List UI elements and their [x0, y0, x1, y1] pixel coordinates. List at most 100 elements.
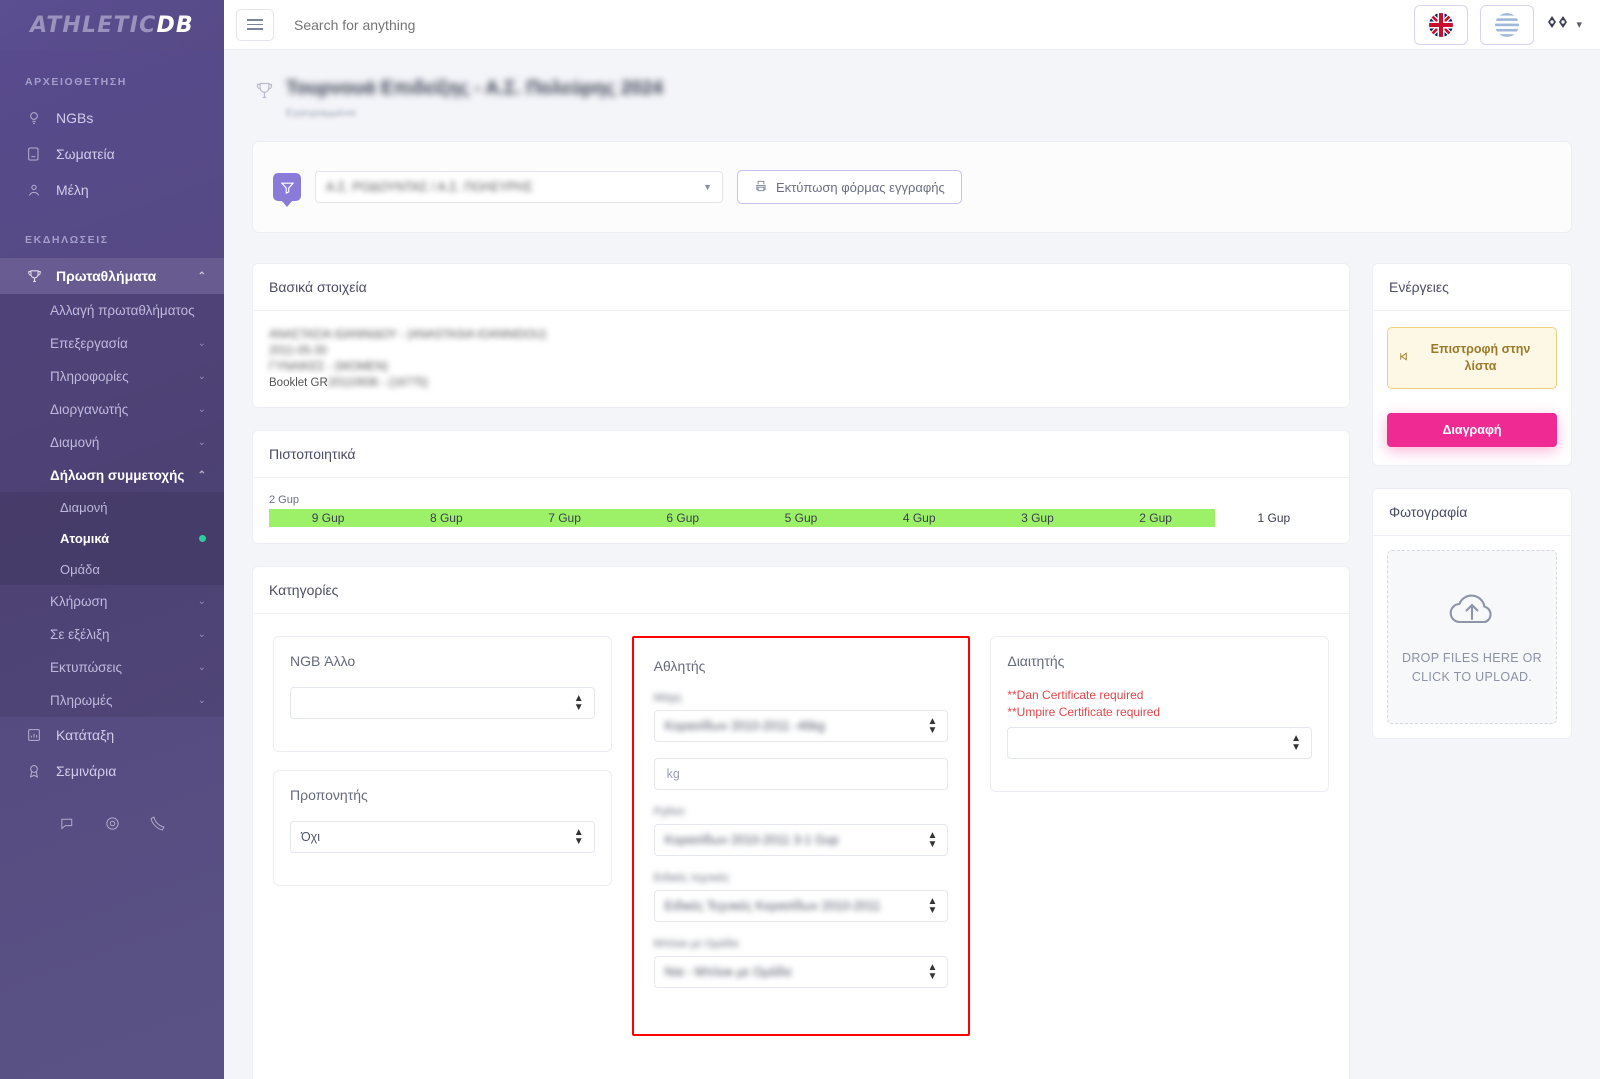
coach-select[interactable]: Όχι ▲ ▼	[290, 821, 595, 853]
basic-info-booklet: Booklet GR20110936 - (16775)	[269, 375, 1333, 391]
club-select[interactable]: Α.Σ. ΡΟΔΟΥΝΤΑΣ / Α.Σ. ΠΟΛΕΥΡΗΣ ▼	[315, 171, 723, 203]
phone-icon[interactable]	[149, 815, 166, 837]
spinner-icon: ▲ ▼	[927, 830, 938, 850]
user-menu-button[interactable]: ▾	[1546, 14, 1582, 35]
sidebar-subitem-info[interactable]: Πληροφορίες ⌄	[0, 360, 224, 393]
sidebar-item-label: Σωματεία	[56, 146, 115, 162]
categories-title: Κατηγορίες	[253, 567, 1349, 614]
basic-info-card: Βασικά στοιχεία ΑΝΑΣΤΑΣΙΑ ΙΩΑΝΝΙΔΟΥ - (A…	[252, 263, 1350, 408]
delete-button[interactable]: Διαγραφή	[1387, 413, 1557, 447]
chevron-down-icon: ⌄	[197, 629, 206, 640]
avatar	[1546, 14, 1572, 35]
categories-col-referee: Διαιτητής **Dan Certificate required **U…	[990, 636, 1330, 810]
categories-col-athlete: Αθλητής Μάχη Κορασίδων 2010-2011 -46kg ▲…	[631, 636, 971, 1036]
content-scroll[interactable]: Τουρνουά Επιδείξης - Α.Σ. Πολεύρης 2024 …	[224, 50, 1600, 1079]
chevron-up-icon: ⌃	[197, 470, 206, 481]
topbar-right: ▾	[1414, 4, 1582, 45]
athlete-pattern-select[interactable]: Κορασίδων 2010-2011 3-1 Gup ▲ ▼	[653, 824, 949, 856]
referee-title: Διαιτητής	[1007, 653, 1065, 669]
menu-toggle-button[interactable]	[236, 8, 274, 41]
sidebar-item-ngbs[interactable]: NGBs	[0, 100, 224, 136]
sidebar-subitem-payments[interactable]: Πληρωμές ⌄	[0, 684, 224, 717]
athlete-title: Αθλητής	[653, 658, 706, 674]
app-root: ATHLETICDB ΑΡΧΕΙΟΘΕΤΗΣΗ NGBs Σωματεία Μέ…	[0, 0, 1600, 1079]
sidebar-subitem-label: Επεξεργασία	[50, 336, 128, 351]
athlete-special-technique-value: Ειδικές Τεχνικές Κορασίδων 2010-2011	[664, 899, 881, 913]
logo[interactable]: ATHLETICDB	[0, 0, 224, 50]
trophy-icon	[254, 80, 275, 106]
filter-icon[interactable]	[273, 173, 301, 201]
athlete-field-label: Μπλοκ με Ομάδα	[653, 938, 739, 950]
back-to-list-button[interactable]: Επιστροφή στην λίστα	[1387, 327, 1557, 389]
cloud-upload-icon	[1444, 588, 1500, 635]
athlete-sparring-select[interactable]: Κορασίδων 2010-2011 -46kg ▲ ▼	[653, 710, 949, 742]
chevron-down-icon: ⌄	[197, 371, 206, 382]
lifebuoy-icon[interactable]	[104, 815, 121, 837]
athlete-weight-input[interactable]: kg	[653, 758, 949, 790]
chevron-down-icon: ▾	[1576, 19, 1582, 31]
sidebar-subitem-declaration[interactable]: Δήλωση συμμετοχής ⌃	[0, 459, 224, 492]
chevron-down-icon: ▼	[703, 182, 712, 192]
categories-body: NGB Άλλο ▲ ▼ Προπονητής Όχι ▲ ▼ Αθλητής …	[253, 614, 1349, 1079]
basic-info-birthdate: 2011-05-30	[269, 345, 327, 357]
athlete-sparring-value: Κορασίδων 2010-2011 -46kg	[664, 719, 825, 733]
sidebar-item-members[interactable]: Μέλη	[0, 172, 224, 208]
chevron-up-icon: ⌃	[197, 270, 206, 282]
sidebar-section-archive: ΑΡΧΕΙΟΘΕΤΗΣΗ	[25, 76, 127, 88]
sidebar-subitem-change-championship[interactable]: Αλλαγή πρωταθλήματος	[0, 294, 224, 327]
print-registration-form-button[interactable]: Εκτύπωση φόρμας εγγραφής	[737, 170, 962, 204]
basic-info-name: ΑΝΑΣΤΑΣΙΑ ΙΩΑΝΝΙΔΟΥ - (ANASTASIA IOANNID…	[269, 329, 547, 341]
language-uk-button[interactable]	[1414, 4, 1469, 45]
sidebar-subitem-label: Διαμονή	[50, 435, 100, 450]
referee-select[interactable]: ▲ ▼	[1007, 727, 1313, 759]
chart-icon	[25, 726, 43, 744]
chevron-down-icon: ⌄	[197, 404, 206, 415]
club-select-value: Α.Σ. ΡΟΔΟΥΝΤΑΣ / Α.Σ. ΠΟΛΕΥΡΗΣ	[326, 180, 533, 194]
gup-progress-bar: 9 Gup 8 Gup 7 Gup 6 Gup 5 Gup 4 Gup 3 Gu…	[269, 509, 1333, 527]
topbar: ▾	[224, 0, 1600, 50]
ngb-other-select[interactable]: ▲ ▼	[290, 687, 595, 719]
athlete-field-label: Ρythm	[653, 806, 685, 818]
sidebar-subsubitem-accommodation[interactable]: Διαμονή	[0, 492, 224, 523]
athlete-special-technique-select[interactable]: Ειδικές Τεχνικές Κορασίδων 2010-2011 ▲ ▼	[653, 890, 949, 922]
gup-step: 3 Gup	[978, 509, 1097, 527]
sidebar-subsubitem-team[interactable]: Ομάδα	[0, 554, 224, 585]
athlete-field-label: Ειδικές τεχνικές	[653, 872, 730, 884]
sidebar-subsubitem-label: Διαμονή	[60, 500, 108, 515]
language-greece-button[interactable]	[1480, 4, 1535, 45]
sidebar-subitem-edit[interactable]: Επεξεργασία ⌄	[0, 327, 224, 360]
search-input[interactable]	[294, 16, 614, 33]
spinner-icon: ▲ ▼	[927, 896, 938, 916]
photo-dropzone[interactable]: DROP FILES HERE OR CLICK TO UPLOAD.	[1387, 550, 1557, 724]
categories-card: Κατηγορίες NGB Άλλο ▲ ▼ Προπονητής Όχι ▲…	[252, 566, 1350, 1079]
certificates-card: Πιστοποιητικά 2 Gup 9 Gup 8 Gup 7 Gup 6 …	[252, 430, 1350, 544]
printer-icon	[754, 179, 768, 196]
athlete-pattern-value: Κορασίδων 2010-2011 3-1 Gup	[664, 833, 839, 847]
sidebar-subsubitem-individual[interactable]: Ατομικά	[0, 523, 224, 554]
sidebar-item-ranking[interactable]: Κατάταξη	[0, 717, 224, 753]
sidebar-subitem-draw[interactable]: Κλήρωση ⌄	[0, 585, 224, 618]
chevron-down-icon: ⌄	[197, 662, 206, 673]
sidebar-subitem-organizer[interactable]: Διοργανωτής ⌄	[0, 393, 224, 426]
sidebar: ATHLETICDB ΑΡΧΕΙΟΘΕΤΗΣΗ NGBs Σωματεία Μέ…	[0, 0, 224, 1079]
spinner-icon: ▲ ▼	[573, 693, 584, 713]
athlete-team-block-select[interactable]: Ναι - Μπλοκ με Ομάδα ▲ ▼	[653, 956, 949, 988]
chat-icon[interactable]	[59, 815, 76, 837]
sidebar-subitem-label: Πληρωμές	[50, 693, 113, 708]
sidebar-subitem-printouts[interactable]: Εκτυπώσεις ⌄	[0, 651, 224, 684]
sidebar-item-seminars[interactable]: Σεμινάρια	[0, 753, 224, 789]
referee-panel: Διαιτητής **Dan Certificate required **U…	[990, 636, 1330, 792]
athlete-panel: Αθλητής Μάχη Κορασίδων 2010-2011 -46kg ▲…	[637, 642, 965, 1030]
sidebar-subitem-in-progress[interactable]: Σε εξέλιξη ⌄	[0, 618, 224, 651]
spinner-icon: ▲ ▼	[1291, 733, 1302, 753]
basic-info-body: ΑΝΑΣΤΑΣΙΑ ΙΩΑΝΝΙΔΟΥ - (ANASTASIA IOANNID…	[253, 311, 1349, 407]
uk-flag-icon	[1429, 12, 1454, 37]
sidebar-item-clubs[interactable]: Σωματεία	[0, 136, 224, 172]
sidebar-item-championships[interactable]: Πρωταθλήματα ⌃	[0, 258, 224, 294]
sidebar-subitem-accommodation[interactable]: Διαμονή ⌄	[0, 426, 224, 459]
photo-card: Φωτογραφία DROP FILES HERE OR CLICK TO U…	[1372, 488, 1572, 739]
bulb-icon	[25, 109, 43, 127]
certificates-title: Πιστοποιητικά	[253, 431, 1349, 478]
gup-step: 7 Gup	[505, 509, 624, 527]
athlete-field-label: Μάχη	[653, 692, 682, 704]
